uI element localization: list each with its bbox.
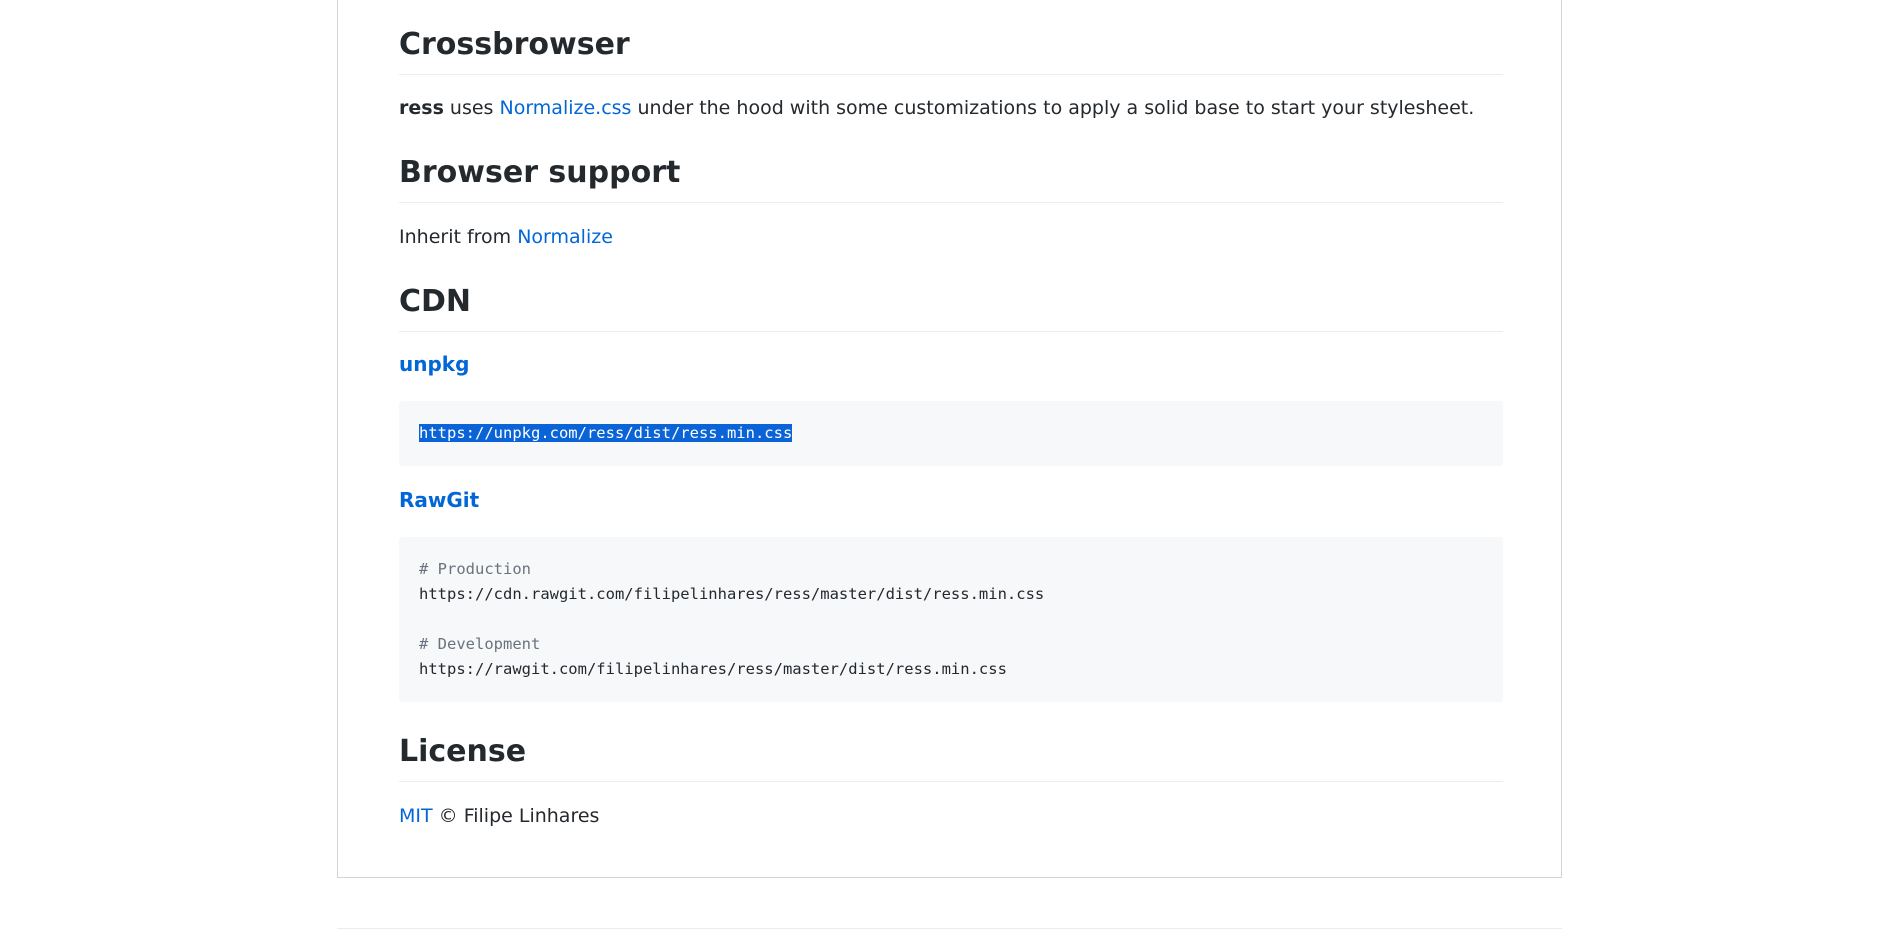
unpkg-url-selected[interactable]: https://unpkg.com/ress/dist/ress.min.css [419, 424, 793, 442]
unpkg-anchor-link[interactable]: unpkg [399, 352, 469, 376]
url-development: https://rawgit.com/filipelinhares/ress/m… [419, 660, 1007, 678]
comment-development: # Development [419, 635, 541, 653]
heading-license: License [399, 733, 1503, 782]
comment-production: # Production [419, 560, 531, 578]
rawgit-anchor-link[interactable]: RawGit [399, 488, 479, 512]
heading-rawgit: RawGit [399, 488, 479, 513]
normalize-link[interactable]: Normalize [517, 226, 613, 248]
heading-browser-support: Browser support [399, 154, 1503, 203]
crossbrowser-paragraph: ress uses Normalize.css under the hood w… [399, 94, 1474, 123]
normalize-css-link[interactable]: Normalize.css [499, 97, 631, 119]
browser-support-paragraph: Inherit from Normalize [399, 223, 613, 252]
inherit-text: Inherit from [399, 226, 518, 248]
readme-container: Crossbrowser ress uses Normalize.css und… [337, 0, 1562, 878]
crossbrowser-rest-text: under the hood with some customizations … [631, 97, 1475, 119]
uses-text: uses [443, 97, 500, 119]
heading-cdn: CDN [399, 283, 1503, 332]
heading-crossbrowser: Crossbrowser [399, 26, 1503, 75]
license-text: © Filipe Linhares [432, 805, 600, 827]
code-block-rawgit[interactable]: # Production https://cdn.rawgit.com/fili… [399, 537, 1503, 702]
heading-unpkg: unpkg [399, 352, 469, 377]
code-block-unpkg[interactable]: https://unpkg.com/ress/dist/ress.min.css [399, 401, 1503, 466]
mit-link[interactable]: MIT [399, 805, 433, 827]
url-production: https://cdn.rawgit.com/filipelinhares/re… [419, 585, 1045, 603]
ress-strong: ress [399, 97, 444, 119]
license-paragraph: MIT © Filipe Linhares [399, 802, 599, 831]
